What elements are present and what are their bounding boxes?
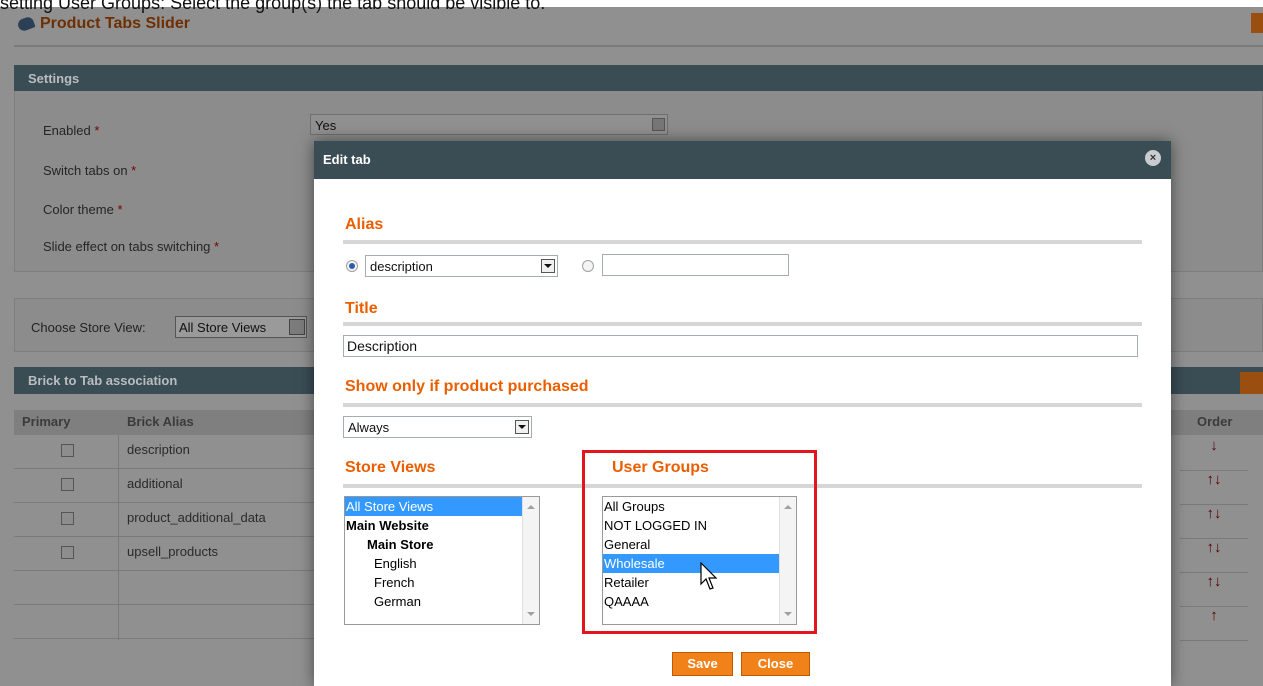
list-item[interactable]: Main Website xyxy=(345,516,539,535)
brick-alias-cell: upsell_products xyxy=(127,544,219,559)
section-divider xyxy=(343,240,1142,244)
field-label-slide-effect: Slide effect on tabs switching * xyxy=(43,239,220,254)
list-item[interactable]: French xyxy=(345,573,539,592)
table-row xyxy=(14,605,314,639)
order-arrows[interactable]: ↑↓ xyxy=(1180,539,1248,573)
column-order: Order xyxy=(1197,414,1233,429)
enabled-select[interactable]: Yes xyxy=(310,114,668,135)
scroll-up-icon[interactable] xyxy=(527,505,535,509)
chevron-down-icon xyxy=(541,259,555,273)
scroll-down-icon[interactable] xyxy=(527,612,535,616)
field-label-switch-tabs: Switch tabs on * xyxy=(43,163,137,178)
primary-checkbox[interactable] xyxy=(61,546,74,559)
chevron-down-icon xyxy=(652,118,665,131)
save-button[interactable]: Save xyxy=(672,652,733,676)
section-divider xyxy=(343,403,1142,407)
store-view-label: Choose Store View: xyxy=(31,320,146,335)
alias-select[interactable]: description xyxy=(365,255,558,277)
order-arrows[interactable]: ↓ xyxy=(1180,437,1248,471)
order-arrows[interactable]: ↑↓ xyxy=(1180,573,1248,607)
brick-alias-cell: additional xyxy=(127,476,183,491)
brick-alias-cell: product_additional_data xyxy=(127,510,266,525)
module-icon xyxy=(16,15,36,33)
primary-checkbox[interactable] xyxy=(61,512,74,525)
page-title: Product Tabs Slider xyxy=(40,15,190,32)
title-heading: Title xyxy=(345,300,378,317)
field-label-color-theme: Color theme * xyxy=(43,202,123,217)
purchased-select[interactable]: Always xyxy=(343,416,532,438)
alias-heading: Alias xyxy=(345,216,384,233)
scrollbar[interactable] xyxy=(522,497,539,624)
order-arrows[interactable]: ↑↓ xyxy=(1180,471,1248,505)
store-view-select[interactable]: All Store Views xyxy=(175,316,307,338)
primary-checkbox[interactable] xyxy=(61,444,74,457)
header-action-button[interactable] xyxy=(1251,13,1263,33)
title-input[interactable]: Description xyxy=(343,335,1138,357)
section-divider xyxy=(343,322,1142,326)
order-arrows[interactable]: ↑ xyxy=(1180,607,1248,641)
close-icon[interactable]: × xyxy=(1145,150,1161,166)
column-brick-alias: Brick Alias xyxy=(127,414,194,429)
settings-header: Settings xyxy=(14,65,1263,91)
alias-radio-select[interactable] xyxy=(346,260,358,272)
page-header: Product Tabs Slider xyxy=(16,15,190,33)
grid-action-button[interactable] xyxy=(1240,372,1263,394)
document-caption: setting User Groups: Select the group(s)… xyxy=(0,0,546,13)
chevron-down-icon xyxy=(515,420,529,434)
list-item[interactable]: Main Store xyxy=(345,535,539,554)
dialog-header: Edit tab × xyxy=(314,141,1171,179)
table-row xyxy=(14,571,314,605)
list-item[interactable]: German xyxy=(345,592,539,611)
highlight-box xyxy=(582,450,817,634)
close-button[interactable]: Close xyxy=(741,652,810,676)
column-primary: Primary xyxy=(22,414,71,429)
list-item[interactable]: All Store Views xyxy=(345,497,539,516)
chevron-down-icon xyxy=(289,319,305,335)
brick-alias-cell: description xyxy=(127,442,190,457)
store-views-heading: Store Views xyxy=(345,459,436,476)
primary-checkbox[interactable] xyxy=(61,478,74,491)
alias-custom-input[interactable] xyxy=(602,254,789,276)
mouse-cursor-icon xyxy=(700,562,718,590)
header-divider xyxy=(14,45,1263,47)
list-item[interactable]: English xyxy=(345,554,539,573)
alias-radio-custom[interactable] xyxy=(582,260,594,272)
store-views-listbox[interactable]: All Store Views Main Website Main Store … xyxy=(344,496,540,625)
order-arrows[interactable]: ↑↓ xyxy=(1180,505,1248,539)
dialog-title: Edit tab xyxy=(323,152,371,167)
screenshot: Product Tabs Slider Settings Enabled * Y… xyxy=(0,0,1263,686)
field-label-enabled: Enabled * xyxy=(43,123,100,138)
purchased-heading: Show only if product purchased xyxy=(345,378,589,395)
